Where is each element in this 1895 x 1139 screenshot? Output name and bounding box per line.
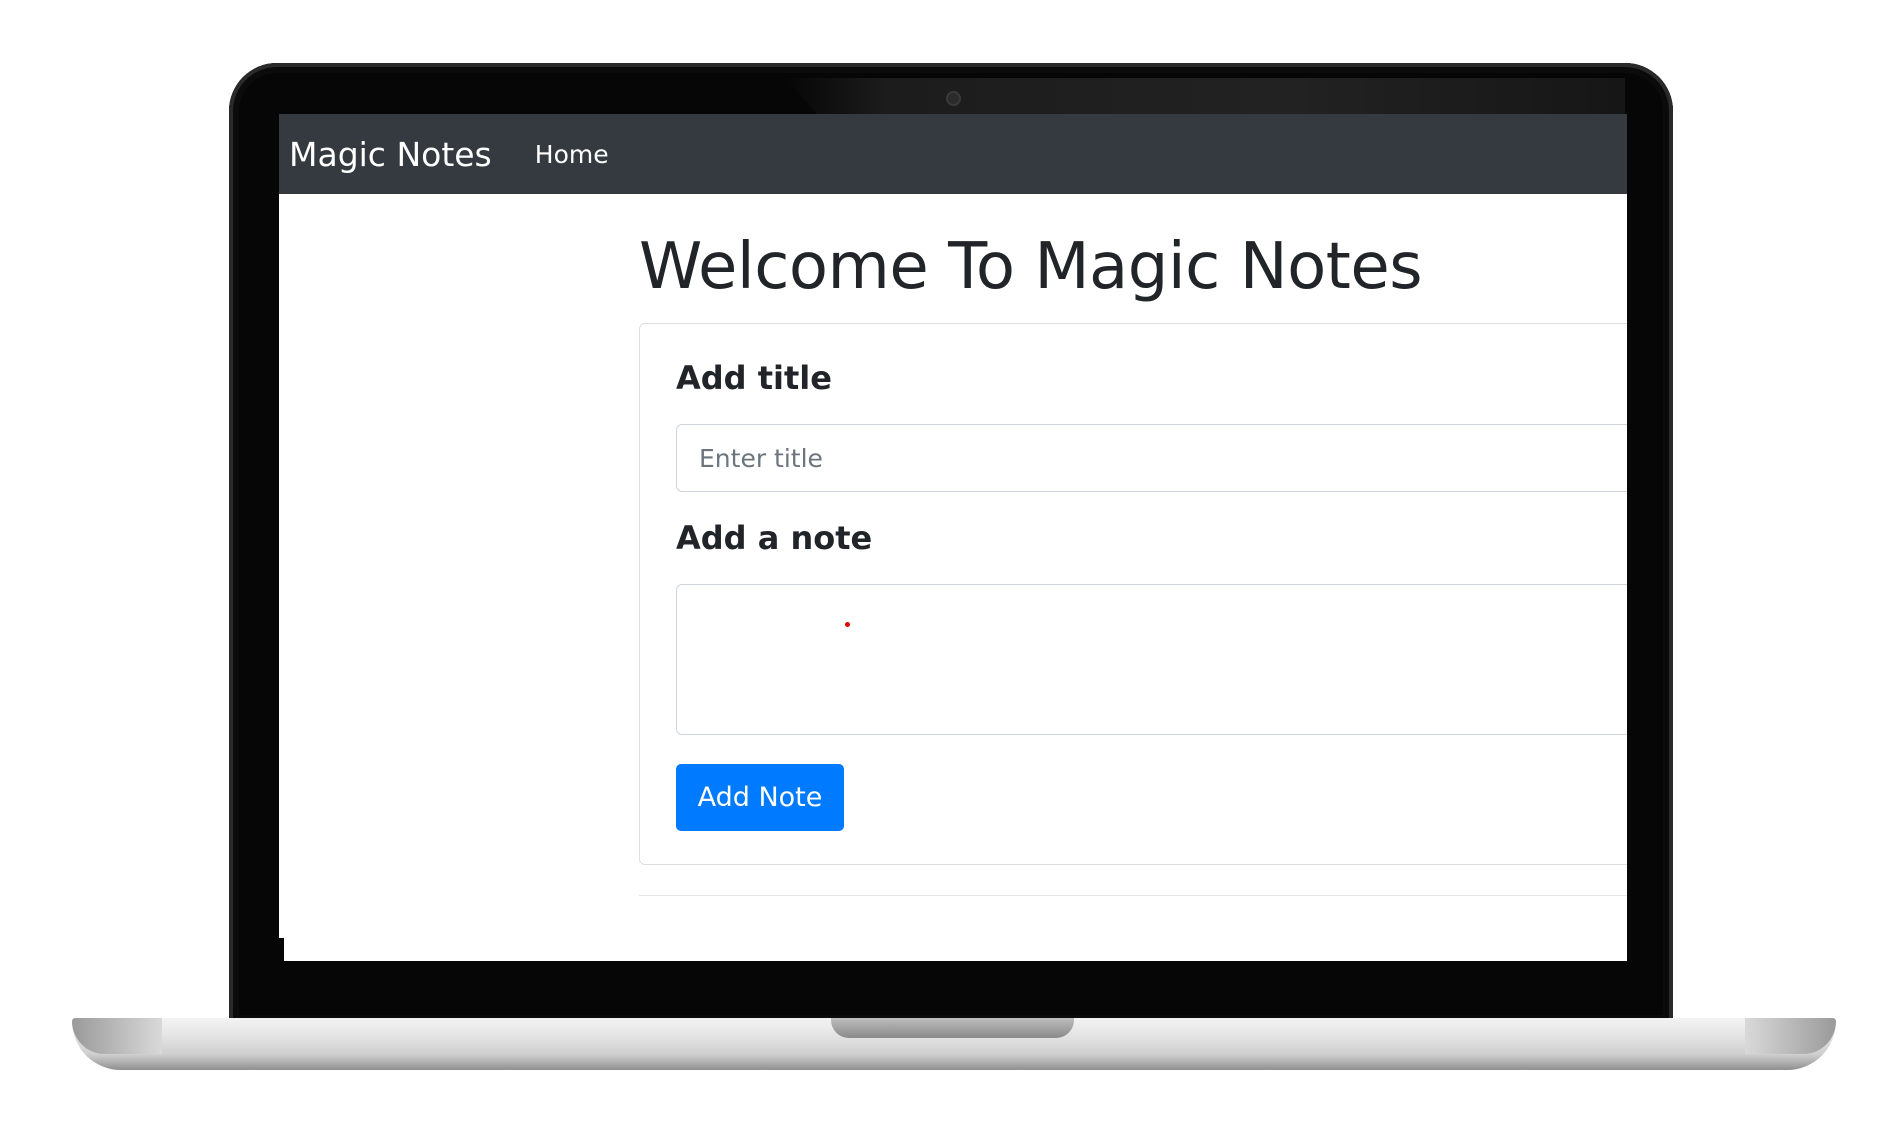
navbar: Magic Notes Home (279, 114, 1627, 194)
note-label: Add a note (676, 519, 873, 557)
bezel-corner (279, 938, 284, 961)
title-label: Add title (676, 359, 832, 397)
section-divider (639, 895, 1627, 896)
nav-link-home[interactable]: Home (535, 140, 609, 169)
navbar-brand[interactable]: Magic Notes (289, 135, 492, 174)
note-textarea[interactable] (676, 584, 1627, 735)
browser-viewport: Magic Notes Home Welcome To Magic Notes … (279, 114, 1627, 961)
add-note-card: Add title Add a note Add Note (639, 323, 1627, 865)
mouse-cursor-icon (845, 622, 850, 627)
lid-reflection (785, 78, 1625, 116)
webcam-icon (948, 93, 959, 104)
add-note-button[interactable]: Add Note (676, 764, 844, 831)
laptop-frame: Magic Notes Home Welcome To Magic Notes … (0, 0, 1895, 1139)
title-input[interactable] (676, 424, 1627, 492)
laptop-opening-notch (831, 1018, 1074, 1038)
page-title: Welcome To Magic Notes (639, 230, 1423, 304)
